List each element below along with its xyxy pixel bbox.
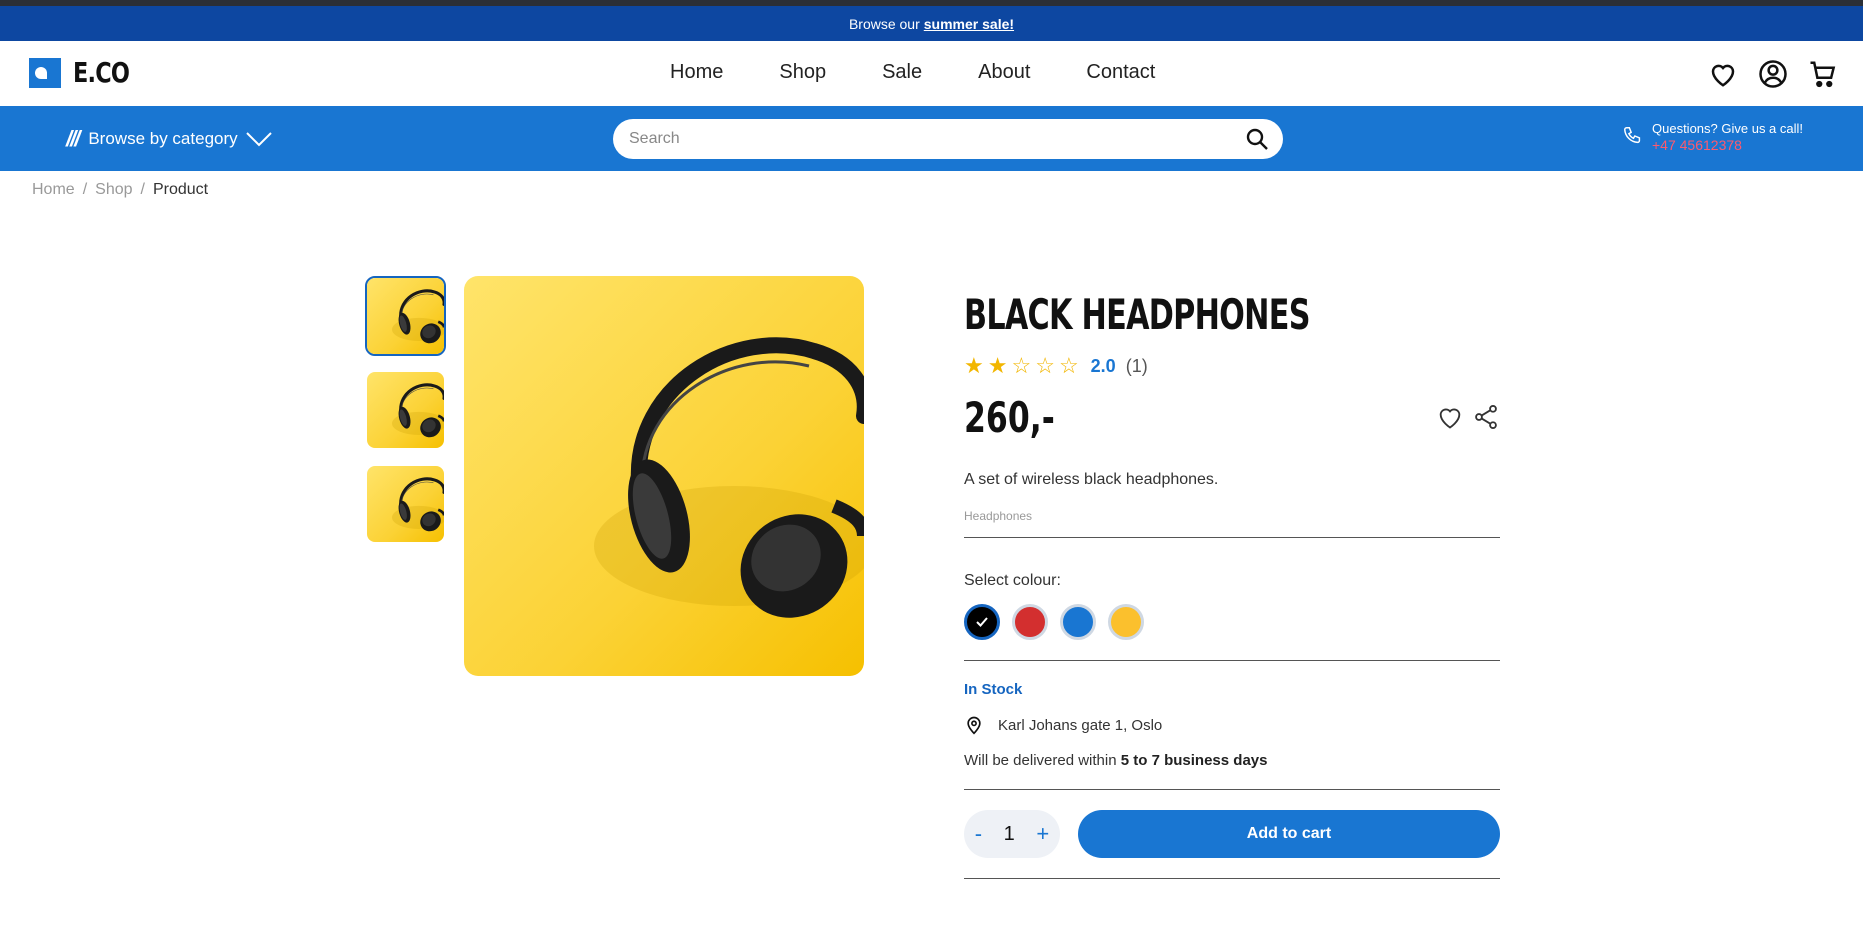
rating-value[interactable]: 2.0	[1091, 356, 1116, 377]
chevron-down-icon	[245, 132, 272, 147]
divider	[964, 789, 1500, 790]
nav-about[interactable]: About	[978, 61, 1030, 84]
check-icon	[976, 617, 988, 627]
summer-sale-link[interactable]: summer sale!	[924, 16, 1014, 32]
star-empty-icon: ☆	[1011, 353, 1032, 378]
product-price: 260,-	[964, 393, 1055, 442]
product-thumbnail[interactable]	[365, 276, 446, 356]
breadcrumb-separator: /	[140, 181, 145, 198]
star-filled-icon: ★	[964, 353, 984, 378]
colour-swatch-yellow[interactable]	[1108, 604, 1144, 640]
search-box	[613, 119, 1283, 159]
cart-icon[interactable]	[1808, 59, 1838, 89]
breadcrumb-shop[interactable]: Shop	[95, 181, 132, 199]
qty-increase-button[interactable]: +	[1036, 821, 1049, 847]
phone-icon	[1624, 127, 1641, 144]
help-phone[interactable]: +47 45612378	[1652, 137, 1803, 153]
product-thumbnail[interactable]	[365, 370, 446, 450]
wishlist-heart-icon[interactable]	[1436, 403, 1464, 436]
share-icon[interactable]	[1472, 403, 1500, 436]
product-description: A set of wireless black headphones.	[964, 471, 1219, 488]
breadcrumb-home[interactable]: Home	[32, 181, 75, 199]
stock-status: In Stock	[964, 681, 1023, 698]
star-filled-icon: ★	[987, 353, 1008, 378]
divider	[964, 660, 1500, 661]
site-header: E.CO Home Shop Sale About Contact	[0, 41, 1863, 106]
promo-banner: Browse our summer sale!	[0, 6, 1863, 41]
star-empty-icon: ☆	[1058, 353, 1079, 378]
nav-contact[interactable]: Contact	[1086, 61, 1155, 84]
add-to-cart-button[interactable]: Add to cart	[1078, 810, 1500, 858]
help-question: Questions? Give us a call!	[1652, 121, 1804, 136]
main-nav: Home Shop Sale About Contact	[670, 61, 1211, 84]
colour-swatch-black[interactable]	[964, 604, 1000, 640]
product-actions	[1436, 403, 1500, 436]
colour-swatch-blue[interactable]	[1060, 604, 1096, 640]
breadcrumb: Home / Shop / Product	[32, 181, 208, 199]
price-row: 260,-	[964, 393, 1500, 443]
star-empty-icon: ☆	[1035, 353, 1055, 378]
brand-name: E.CO	[73, 56, 130, 89]
logo-mark-icon	[29, 57, 61, 88]
browse-label: Browse by category	[88, 129, 238, 148]
product-title: BLACK HEADPHONES	[964, 290, 1310, 339]
search-icon[interactable]	[1245, 127, 1269, 151]
logo[interactable]: E.CO	[29, 56, 143, 89]
colour-swatch-red[interactable]	[1012, 604, 1048, 640]
help-contact: Questions? Give us a call! +47 45612378	[1622, 121, 1803, 153]
rating-count: (1)	[1125, 355, 1148, 376]
nav-home[interactable]: Home	[670, 61, 723, 84]
delivery-time: 5 to 7 business days	[1120, 752, 1268, 769]
qty-decrease-button[interactable]: -	[975, 821, 982, 847]
nav-shop[interactable]: Shop	[779, 61, 826, 84]
browse-by-category-button[interactable]: /// Browse by category	[66, 126, 272, 152]
breadcrumb-separator: /	[82, 181, 88, 198]
divider	[964, 878, 1500, 879]
delivery-info: Will be delivered within 5 to 7 business…	[964, 752, 1500, 769]
breadcrumb-product: Product	[152, 181, 209, 198]
divider	[964, 537, 1500, 538]
account-icon[interactable]	[1758, 59, 1788, 89]
product-thumbnail[interactable]	[365, 464, 446, 544]
header-actions	[1708, 59, 1838, 89]
store-location: Karl Johans gate 1, Oslo	[964, 714, 1500, 736]
add-to-cart-row: - 1 + Add to cart	[964, 810, 1500, 858]
category-menu-icon: ///	[66, 126, 80, 151]
product-rating: ★ ★ ☆ ☆ ☆ 2.0 (1)	[964, 353, 1500, 379]
delivery-prefix: Will be delivered within	[964, 752, 1117, 769]
select-colour-label: Select colour:	[964, 572, 1061, 589]
location-text: Karl Johans gate 1, Oslo	[998, 716, 1163, 734]
qty-value[interactable]: 1	[1004, 823, 1015, 846]
category-bar: /// Browse by category Questions? Give u…	[0, 106, 1863, 171]
category-tag[interactable]: Headphones	[964, 509, 1500, 523]
quantity-stepper: - 1 +	[964, 810, 1060, 858]
product-info: BLACK HEADPHONES ★ ★ ☆ ☆ ☆ 2.0 (1) 260,-…	[964, 290, 1500, 879]
location-pin-icon	[967, 716, 981, 735]
nav-sale[interactable]: Sale	[882, 61, 922, 84]
product-main-image	[464, 276, 864, 676]
heart-icon[interactable]	[1708, 59, 1738, 89]
thumbnail-list	[365, 276, 446, 544]
search-input[interactable]	[629, 130, 1245, 148]
promo-text: Browse our	[848, 15, 920, 32]
colour-swatches	[964, 604, 1500, 640]
